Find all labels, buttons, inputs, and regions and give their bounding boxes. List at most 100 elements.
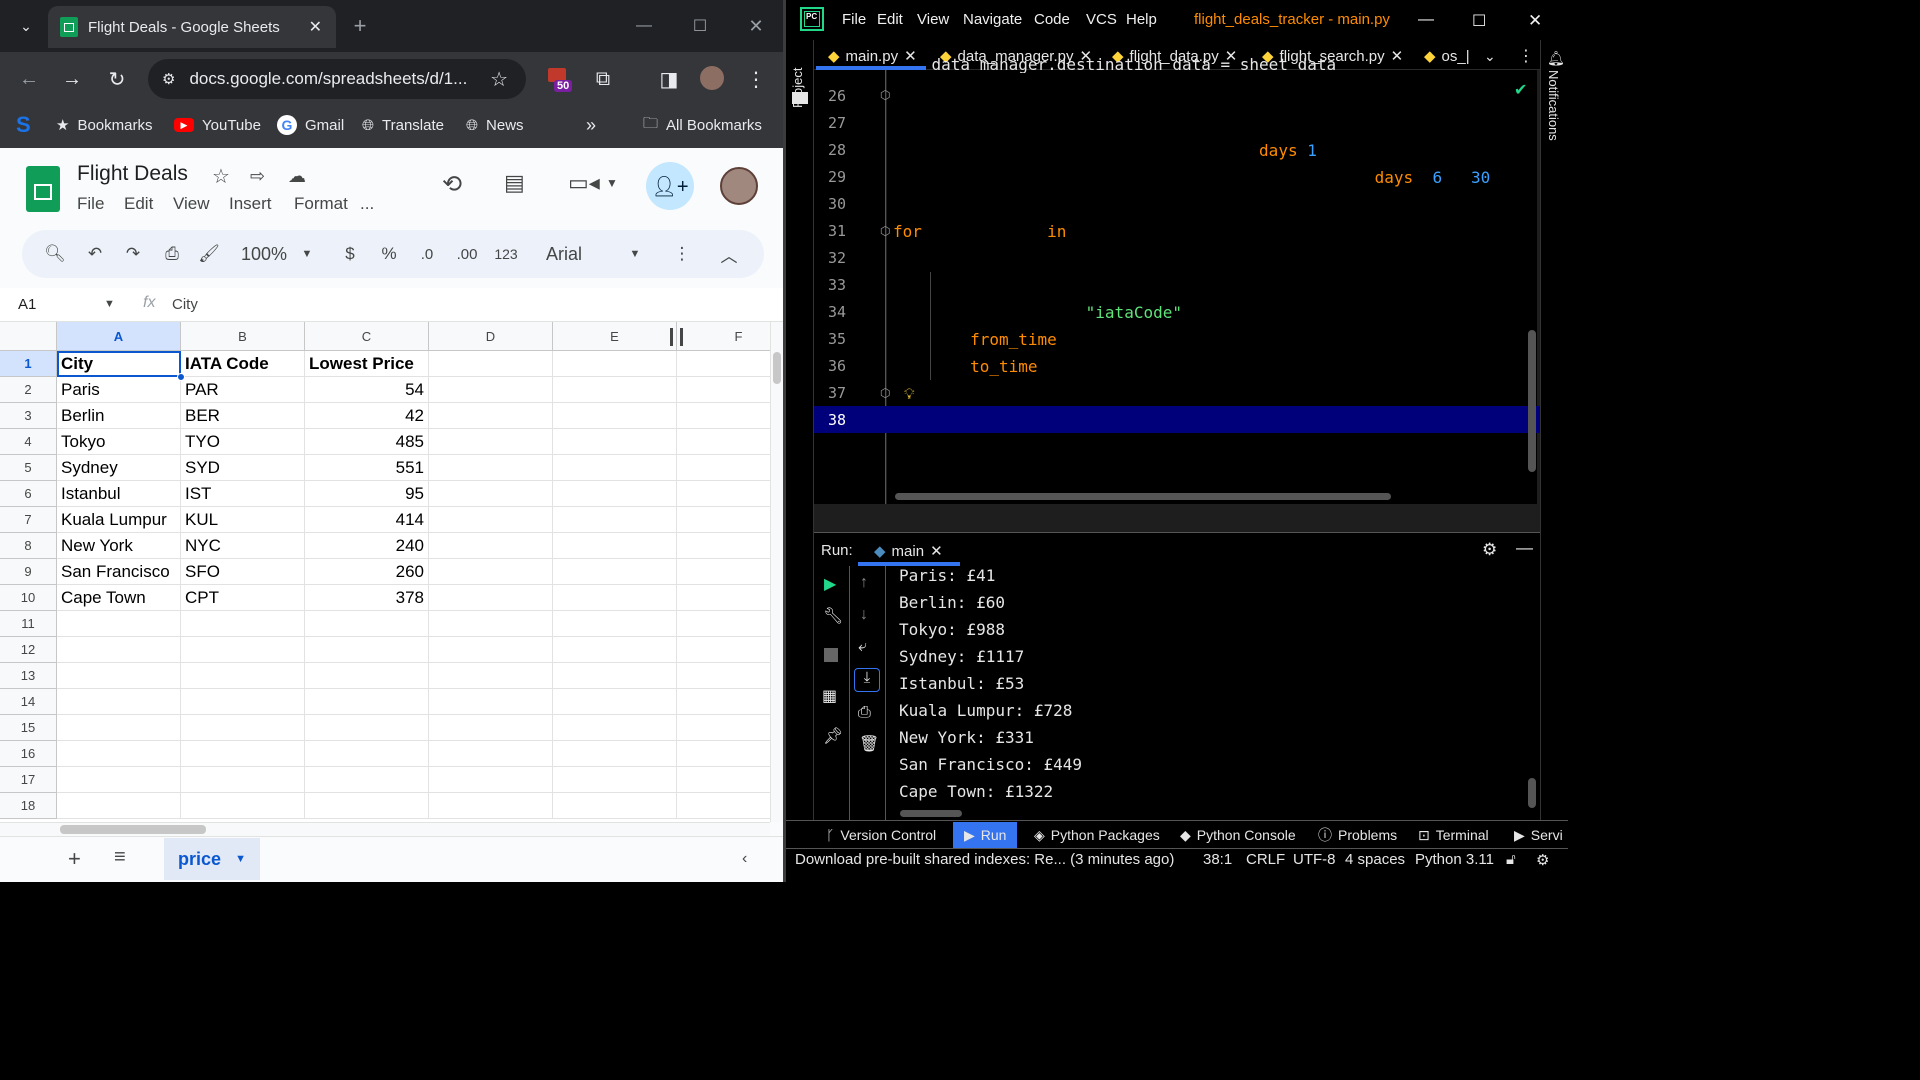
- row-header[interactable]: 1: [0, 351, 57, 377]
- cell[interactable]: [429, 559, 553, 585]
- address-bar[interactable]: ⚙ docs.google.com/spreadsheets/d/1... ☆: [148, 59, 526, 99]
- version-history-icon[interactable]: ⟲: [442, 170, 462, 199]
- cell[interactable]: [553, 637, 677, 663]
- row-header[interactable]: 18: [0, 793, 57, 819]
- zoom-dropdown-icon[interactable]: ▼: [298, 241, 316, 267]
- row-header[interactable]: 11: [0, 611, 57, 637]
- cell[interactable]: [305, 663, 429, 689]
- cloud-status-icon[interactable]: ☁: [288, 166, 306, 187]
- cell[interactable]: 485: [305, 429, 429, 455]
- bookmark-translate[interactable]: 🌐︎ Translate: [362, 112, 444, 138]
- cell[interactable]: [553, 507, 677, 533]
- cell[interactable]: [429, 689, 553, 715]
- rerun-icon[interactable]: ▶: [824, 574, 836, 594]
- run-tool-button[interactable]: ▶ Run: [964, 826, 1006, 844]
- ide-menu-navigate[interactable]: Navigate: [963, 11, 1022, 28]
- python-console-button[interactable]: ◆ Python Console: [1180, 826, 1296, 844]
- percent-format[interactable]: %: [378, 241, 400, 267]
- minimize-icon[interactable]: —: [632, 14, 656, 38]
- cell[interactable]: [553, 351, 677, 377]
- cell[interactable]: [677, 429, 770, 455]
- row-header[interactable]: 8: [0, 533, 57, 559]
- close-window-icon[interactable]: ✕: [744, 14, 768, 38]
- scroll-down-icon[interactable]: ↓: [860, 606, 868, 624]
- scroll-thumb[interactable]: [773, 352, 781, 384]
- cell[interactable]: [57, 637, 181, 663]
- cell[interactable]: [677, 663, 770, 689]
- cell[interactable]: [429, 585, 553, 611]
- lock-icon[interactable]: 🔓︎: [1506, 851, 1516, 868]
- column-header-a[interactable]: A: [57, 322, 181, 351]
- menu-format[interactable]: Format: [294, 194, 348, 214]
- indent-setting[interactable]: 4 spaces: [1345, 851, 1405, 868]
- bookmark-gmail[interactable]: G Gmail: [277, 112, 344, 138]
- column-header-f[interactable]: F: [677, 322, 770, 351]
- decrease-decimal[interactable]: .0: [414, 241, 440, 267]
- sheet-tab-dropdown-icon[interactable]: ▼: [235, 853, 246, 865]
- horizontal-scrollbar[interactable]: [0, 822, 770, 836]
- cell[interactable]: [677, 637, 770, 663]
- services-button[interactable]: ▶ Servi: [1514, 826, 1568, 844]
- editor-tab-os[interactable]: ◆ os_|: [1424, 44, 1470, 68]
- cell[interactable]: [429, 637, 553, 663]
- cell[interactable]: [181, 767, 305, 793]
- cell[interactable]: [677, 793, 770, 819]
- ide-menu-edit[interactable]: Edit: [877, 11, 903, 28]
- cell[interactable]: 551: [305, 455, 429, 481]
- cell[interactable]: Lowest Price: [305, 351, 429, 377]
- row-header[interactable]: 9: [0, 559, 57, 585]
- reload-icon[interactable]: ↻: [104, 66, 130, 92]
- cell[interactable]: [677, 559, 770, 585]
- row-header[interactable]: 14: [0, 689, 57, 715]
- row-header[interactable]: 17: [0, 767, 57, 793]
- collapse-toolbar-icon[interactable]: ︿: [718, 241, 740, 267]
- inspection-ok-icon[interactable]: ✔: [1514, 80, 1527, 100]
- cell[interactable]: [553, 715, 677, 741]
- scroll-up-icon[interactable]: ↑: [860, 574, 868, 592]
- cell[interactable]: [553, 663, 677, 689]
- terminal-button[interactable]: ⊡ Terminal: [1418, 826, 1489, 844]
- status-settings-icon[interactable]: ⚙: [1536, 851, 1549, 869]
- cell[interactable]: [553, 403, 677, 429]
- folder-icon[interactable]: [792, 92, 808, 104]
- comments-icon[interactable]: ▤: [504, 170, 525, 196]
- menu-file[interactable]: File: [77, 194, 104, 214]
- meet-icon[interactable]: ▭◂: [568, 170, 600, 196]
- cell[interactable]: 95: [305, 481, 429, 507]
- cell[interactable]: [677, 689, 770, 715]
- cell[interactable]: San Francisco: [57, 559, 181, 585]
- cell[interactable]: [429, 403, 553, 429]
- cell[interactable]: [429, 481, 553, 507]
- cell[interactable]: [429, 741, 553, 767]
- print-icon[interactable]: ⎙: [858, 704, 871, 722]
- sheets-logo-icon[interactable]: [26, 166, 60, 212]
- select-all-corner[interactable]: [0, 322, 57, 351]
- row-header[interactable]: 16: [0, 741, 57, 767]
- row-header[interactable]: 13: [0, 663, 57, 689]
- cell[interactable]: [429, 611, 553, 637]
- cell[interactable]: [305, 715, 429, 741]
- star-doc-icon[interactable]: ☆: [212, 164, 230, 189]
- paint-format-icon[interactable]: 🖌︎: [198, 241, 220, 267]
- column-header-e[interactable]: E: [553, 322, 677, 351]
- maximize-icon[interactable]: ☐: [688, 14, 712, 38]
- cell[interactable]: [305, 767, 429, 793]
- undo-icon[interactable]: ↶: [84, 241, 106, 267]
- cell[interactable]: [305, 637, 429, 663]
- ide-menu-view[interactable]: View: [917, 11, 949, 28]
- cell[interactable]: 240: [305, 533, 429, 559]
- cell[interactable]: [553, 481, 677, 507]
- formula-input[interactable]: City: [172, 296, 198, 313]
- python-interpreter[interactable]: Python 3.11: [1415, 851, 1494, 868]
- version-control-button[interactable]: ᚴ Version Control: [826, 826, 936, 844]
- cell[interactable]: [181, 637, 305, 663]
- ide-maximize-icon[interactable]: ☐: [1472, 11, 1486, 31]
- hide-panel-icon[interactable]: —: [1516, 538, 1533, 558]
- all-bookmarks[interactable]: 🗀︎ All Bookmarks: [643, 112, 762, 138]
- row-header[interactable]: 7: [0, 507, 57, 533]
- ide-menu-file[interactable]: File: [842, 11, 866, 28]
- name-box-dropdown-icon[interactable]: ▼: [104, 298, 115, 310]
- font-select[interactable]: Arial: [546, 241, 606, 267]
- cell[interactable]: Sydney: [57, 455, 181, 481]
- freeze-handle[interactable]: [670, 328, 673, 346]
